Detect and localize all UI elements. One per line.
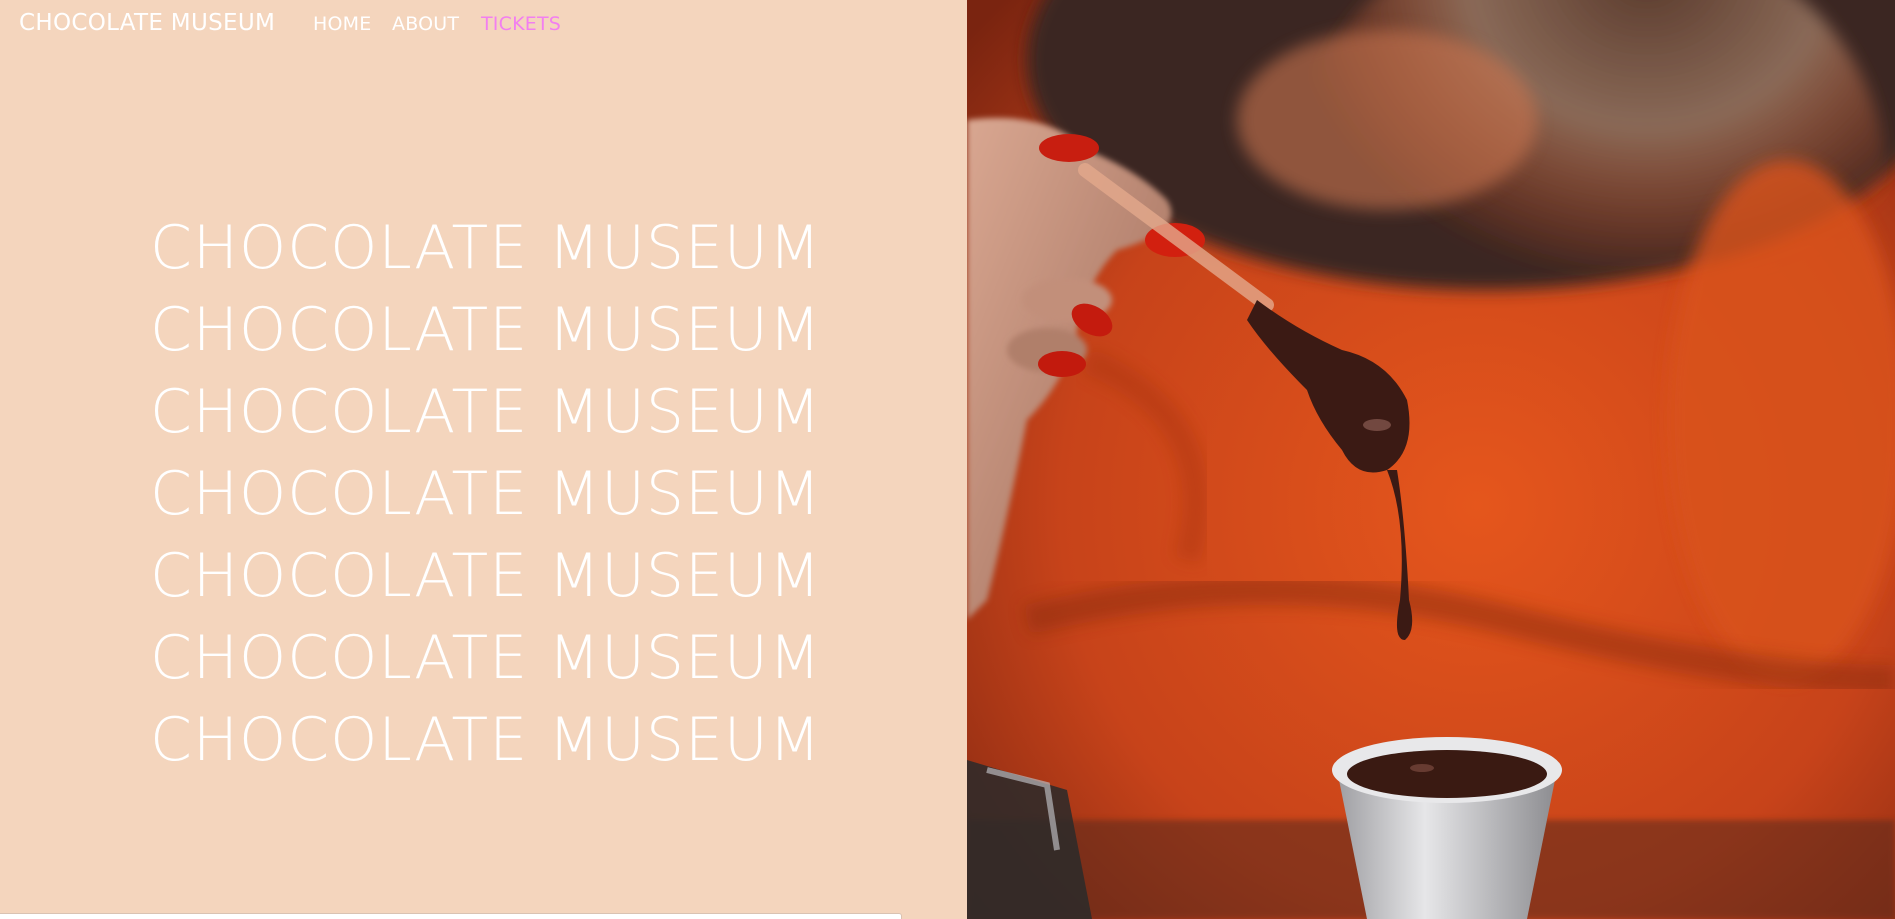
hero-heading-line: CHOCOLATE MUSEUM bbox=[150, 541, 822, 611]
hero-heading-line: CHOCOLATE MUSEUM bbox=[150, 623, 822, 693]
nav-link-home[interactable]: HOME bbox=[313, 13, 371, 35]
nav-link-tickets[interactable]: TICKETS bbox=[481, 13, 561, 35]
nav-link-about[interactable]: ABOUT bbox=[392, 13, 459, 35]
chocolate-spoon-photo bbox=[967, 0, 1895, 919]
bottom-card-edge bbox=[0, 913, 902, 919]
hero-heading-line: CHOCOLATE MUSEUM bbox=[150, 213, 822, 283]
left-panel: CHOCOLATE MUSEUM HOME ABOUT TICKETS CHOC… bbox=[0, 0, 967, 919]
hero-photo bbox=[967, 0, 1895, 919]
hero-heading-line: CHOCOLATE MUSEUM bbox=[150, 377, 822, 447]
hero-heading-line: CHOCOLATE MUSEUM bbox=[150, 295, 822, 365]
navbar: CHOCOLATE MUSEUM HOME ABOUT TICKETS bbox=[0, 0, 967, 50]
page: CHOCOLATE MUSEUM HOME ABOUT TICKETS CHOC… bbox=[0, 0, 1895, 919]
hero-heading-line: CHOCOLATE MUSEUM bbox=[150, 459, 822, 529]
hero-heading-line: CHOCOLATE MUSEUM bbox=[150, 705, 822, 775]
brand-logo-link[interactable]: CHOCOLATE MUSEUM bbox=[19, 10, 275, 36]
hero-heading-list: CHOCOLATE MUSEUM CHOCOLATE MUSEUM CHOCOL… bbox=[150, 207, 830, 781]
